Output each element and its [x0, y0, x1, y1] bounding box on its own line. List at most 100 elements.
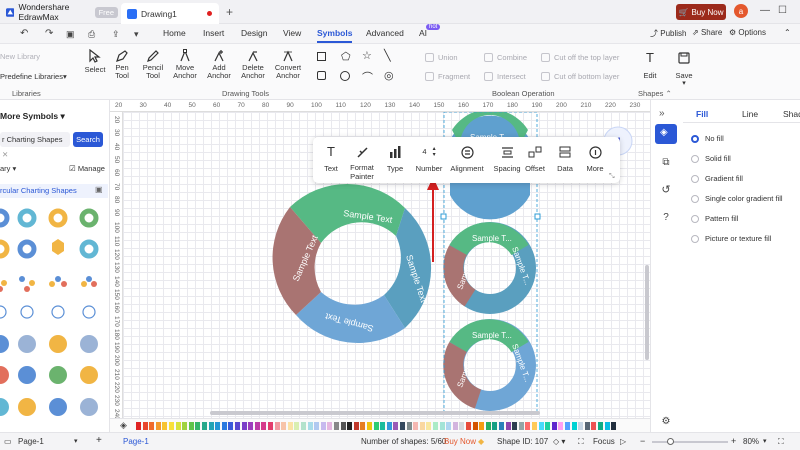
- color-swatch[interactable]: [591, 422, 597, 430]
- fullscreen-icon[interactable]: ⛶: [778, 437, 784, 447]
- rectangle-shape-icon[interactable]: [317, 52, 326, 61]
- spiral-shape-icon[interactable]: ◎: [384, 69, 394, 82]
- color-swatch[interactable]: [175, 422, 181, 430]
- color-swatch[interactable]: [598, 422, 603, 430]
- fragment-button[interactable]: Fragment: [425, 72, 470, 81]
- arc-shape-icon[interactable]: ⌒: [362, 69, 373, 85]
- combine-button[interactable]: Combine: [484, 53, 527, 62]
- radio-single-gradient[interactable]: [691, 194, 699, 203]
- status-buy-now[interactable]: Buy Now: [444, 437, 476, 446]
- color-swatch[interactable]: [373, 422, 379, 430]
- color-swatch[interactable]: [195, 422, 201, 430]
- color-swatch[interactable]: [294, 422, 300, 430]
- color-swatch[interactable]: [334, 422, 339, 430]
- color-swatch[interactable]: [155, 422, 161, 430]
- color-swatch[interactable]: [512, 422, 518, 430]
- export-icon[interactable]: ⇪: [112, 29, 120, 40]
- more-symbols-title[interactable]: More Symbols ▾: [0, 111, 65, 122]
- move-anchor-button[interactable]: Move Anchor: [170, 48, 200, 80]
- color-swatch[interactable]: [248, 422, 254, 430]
- fill-option-single-gradient[interactable]: Single color gradient fill: [691, 194, 783, 203]
- color-swatch[interactable]: [525, 422, 531, 430]
- color-swatch[interactable]: [221, 422, 227, 430]
- line-shape-icon[interactable]: ╲: [384, 49, 391, 62]
- tab-view[interactable]: View: [283, 28, 301, 38]
- share-button[interactable]: ⇗ Share: [692, 28, 722, 37]
- color-swatch[interactable]: [558, 422, 564, 430]
- fill-option-no-fill[interactable]: No fill: [691, 134, 724, 143]
- color-swatch[interactable]: [182, 422, 188, 430]
- select-tool-button[interactable]: Select: [83, 48, 107, 74]
- collapse-ribbon-icon[interactable]: ⌃: [784, 28, 791, 37]
- tab-shadow[interactable]: Shad: [783, 109, 800, 119]
- color-swatch[interactable]: [413, 422, 419, 430]
- save-dropdown-icon[interactable]: ▾: [672, 80, 696, 88]
- page-dropdown-icon[interactable]: ▾: [74, 437, 78, 445]
- color-swatch[interactable]: [169, 422, 174, 430]
- color-swatch[interactable]: [611, 422, 617, 430]
- page-tab-1[interactable]: Page-1: [123, 437, 149, 446]
- color-swatch[interactable]: [353, 422, 359, 430]
- search-button[interactable]: Search: [73, 132, 103, 147]
- color-swatch[interactable]: [571, 422, 577, 430]
- zoom-in-icon[interactable]: +: [731, 436, 736, 446]
- color-swatch[interactable]: [281, 422, 287, 430]
- circle-shape-icon[interactable]: [340, 71, 350, 81]
- color-swatch[interactable]: [578, 422, 584, 430]
- symbol-search-input[interactable]: r Charting Shapes ✕: [0, 132, 70, 159]
- color-swatch[interactable]: [545, 422, 551, 430]
- maximize-icon[interactable]: ☐: [778, 5, 787, 16]
- color-swatch[interactable]: [446, 422, 452, 430]
- focus-button[interactable]: Focus: [593, 437, 615, 446]
- fill-option-pattern[interactable]: Pattern fill: [691, 214, 738, 223]
- color-swatch[interactable]: [340, 422, 346, 430]
- zoom-dropdown-icon[interactable]: ▾: [763, 437, 767, 445]
- color-swatch[interactable]: [202, 422, 207, 430]
- zoom-slider-handle[interactable]: [667, 438, 674, 445]
- color-swatch[interactable]: [301, 422, 306, 430]
- small-chart-2-label-top[interactable]: Sample T...: [472, 234, 512, 243]
- color-swatch[interactable]: [142, 422, 148, 430]
- help-icon[interactable]: ?: [659, 210, 673, 224]
- pencil-tool-button[interactable]: Pencil Tool: [140, 48, 166, 80]
- color-swatch[interactable]: [400, 422, 405, 430]
- play-icon[interactable]: ▷: [620, 437, 626, 446]
- color-swatch[interactable]: [485, 422, 491, 430]
- collapse-panel-icon[interactable]: »: [659, 108, 665, 119]
- library-dropdown[interactable]: ary ▾: [0, 164, 16, 173]
- union-button[interactable]: Union: [425, 53, 458, 62]
- cut-bottom-layer-button[interactable]: Cut off bottom layer: [541, 72, 619, 81]
- tab-design[interactable]: Design: [241, 28, 267, 38]
- manage-button[interactable]: ☑ Manage: [69, 164, 105, 173]
- pen-tool-button[interactable]: Pen Tool: [111, 48, 133, 80]
- color-swatch[interactable]: [274, 422, 280, 430]
- color-swatch[interactable]: [532, 422, 537, 430]
- vertical-scrollbar[interactable]: [645, 265, 649, 360]
- tab-ai[interactable]: AI: [419, 28, 427, 38]
- zoom-slider-track[interactable]: [652, 441, 728, 443]
- save-icon[interactable]: ▣: [66, 29, 75, 40]
- color-swatch[interactable]: [228, 422, 234, 430]
- predefine-libraries-button[interactable]: Predefine Libraries▾: [0, 72, 67, 81]
- color-swatch[interactable]: [584, 422, 590, 430]
- color-swatch[interactable]: [452, 422, 458, 430]
- radio-no-fill[interactable]: [691, 134, 699, 143]
- color-swatch[interactable]: [327, 422, 333, 430]
- color-swatch[interactable]: [386, 422, 392, 430]
- zoom-out-icon[interactable]: −: [640, 436, 645, 446]
- rounded-rect-shape-icon[interactable]: [317, 71, 326, 80]
- library-save-icon[interactable]: ▣: [95, 185, 103, 194]
- fb-offset-button[interactable]: Offset: [523, 143, 547, 174]
- tab-line[interactable]: Line: [742, 109, 758, 119]
- color-swatch[interactable]: [380, 422, 386, 430]
- tab-advanced[interactable]: Advanced: [366, 28, 404, 38]
- color-swatch[interactable]: [518, 422, 524, 430]
- color-swatch[interactable]: [136, 422, 141, 430]
- edit-button[interactable]: T Edit: [638, 50, 662, 80]
- color-swatch[interactable]: [188, 422, 194, 430]
- fit-page-icon[interactable]: ⛶: [578, 437, 584, 447]
- zoom-level[interactable]: 80%: [743, 437, 759, 446]
- color-swatch[interactable]: [268, 422, 273, 430]
- buy-now-button[interactable]: 🛒 Buy Now: [676, 4, 726, 20]
- radio-solid-fill[interactable]: [691, 154, 699, 163]
